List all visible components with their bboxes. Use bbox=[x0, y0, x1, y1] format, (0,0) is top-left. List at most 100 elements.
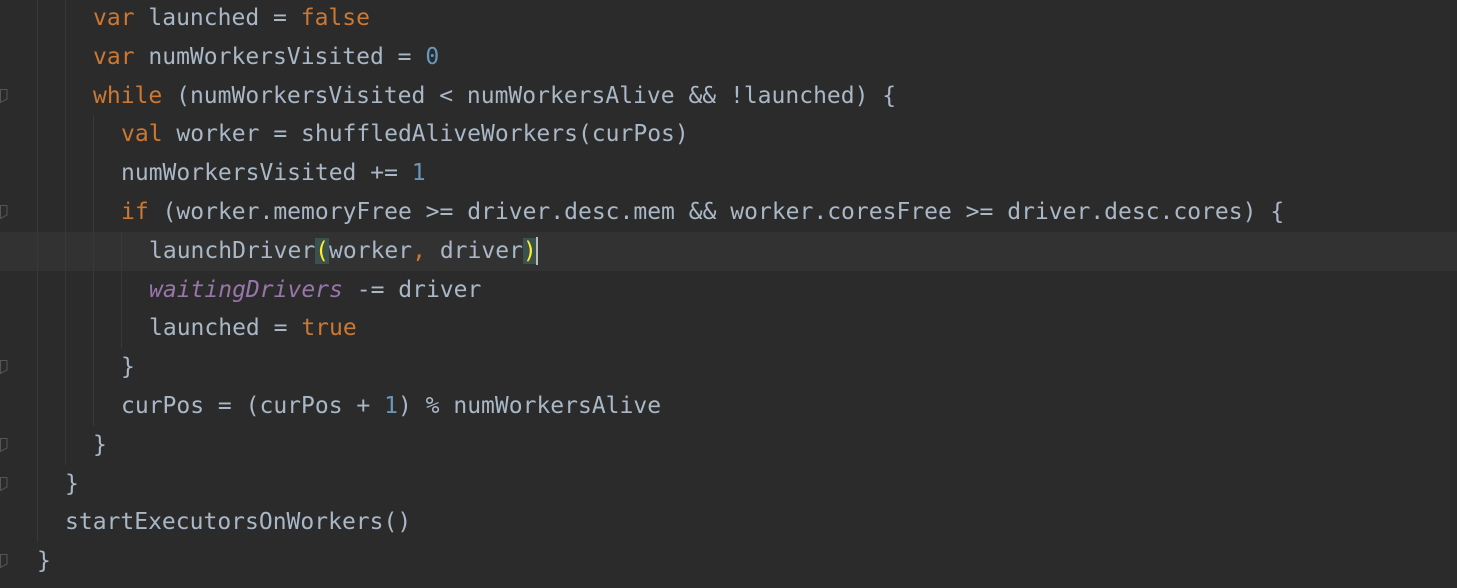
code-token: , bbox=[412, 237, 426, 264]
code-text: } bbox=[93, 426, 107, 465]
indent-guide bbox=[37, 193, 38, 232]
indent-guide bbox=[65, 193, 66, 232]
code-line[interactable]: } bbox=[0, 348, 1457, 388]
code-line[interactable]: waitingDrivers -= driver bbox=[0, 270, 1457, 310]
code-token: launched = bbox=[134, 5, 301, 31]
matched-brace: ) bbox=[522, 237, 537, 264]
code-token: launchDriver bbox=[149, 237, 316, 264]
code-token: driver bbox=[425, 237, 523, 264]
indent-guide bbox=[65, 309, 66, 349]
code-text: val worker = shuffledAliveWorkers(curPos… bbox=[121, 115, 689, 154]
indent-guide bbox=[93, 115, 94, 155]
code-token: 0 bbox=[425, 43, 440, 70]
indent-guide bbox=[37, 154, 38, 194]
code-text: launched = true bbox=[149, 309, 357, 348]
code-text: waitingDrivers -= driver bbox=[149, 271, 481, 310]
indent-guide bbox=[65, 154, 66, 194]
code-text: } bbox=[37, 542, 51, 581]
indent-guide bbox=[65, 0, 66, 38]
indent-guide bbox=[37, 115, 38, 155]
indent-guide bbox=[93, 387, 94, 426]
code-token: false bbox=[300, 5, 370, 31]
code-line[interactable]: curPos = (curPos + 1) % numWorkersAlive bbox=[0, 387, 1457, 426]
indent-guide bbox=[65, 76, 66, 116]
code-token: 1 bbox=[384, 393, 398, 419]
code-token: true bbox=[301, 315, 357, 342]
code-token: -= driver bbox=[342, 276, 482, 303]
code-line[interactable]: while (numWorkersVisited < numWorkersAli… bbox=[0, 76, 1457, 116]
indent-guide bbox=[37, 270, 38, 310]
code-line[interactable]: launchDriver(worker, driver) bbox=[0, 231, 1457, 271]
code-token: worker bbox=[329, 237, 413, 264]
indent-guide bbox=[65, 348, 66, 388]
indent-guide bbox=[65, 387, 66, 426]
code-text: numWorkersVisited += 1 bbox=[121, 154, 426, 193]
indent-guide bbox=[37, 503, 38, 543]
code-token: } bbox=[37, 548, 51, 575]
code-token: 1 bbox=[411, 160, 426, 187]
indent-guide bbox=[37, 348, 38, 388]
code-token: curPos = (curPos + bbox=[121, 393, 385, 419]
indent-guide bbox=[37, 425, 38, 465]
code-line[interactable]: val worker = shuffledAliveWorkers(curPos… bbox=[0, 115, 1457, 155]
code-token: worker = shuffledAliveWorkers(curPos) bbox=[162, 121, 689, 148]
code-token: waitingDrivers bbox=[149, 276, 343, 303]
code-token: while bbox=[93, 82, 163, 109]
code-text: } bbox=[65, 465, 79, 504]
code-line[interactable]: if (worker.memoryFree >= driver.desc.mem… bbox=[0, 193, 1457, 232]
indent-guide bbox=[121, 270, 122, 310]
indent-guide bbox=[37, 464, 38, 504]
code-text: while (numWorkersVisited < numWorkersAli… bbox=[93, 77, 896, 116]
code-line[interactable]: } bbox=[0, 542, 1457, 581]
code-line[interactable]: launched = true bbox=[0, 309, 1457, 349]
indent-guide bbox=[93, 270, 94, 310]
code-token: (numWorkersVisited < numWorkersAlive && … bbox=[162, 82, 897, 109]
code-token: } bbox=[121, 354, 135, 381]
code-token: (worker.memoryFree >= driver.desc.mem &&… bbox=[148, 199, 1285, 225]
code-line[interactable]: var launched = false bbox=[0, 0, 1457, 38]
indent-guide bbox=[93, 193, 94, 232]
text-caret bbox=[535, 237, 538, 266]
code-line[interactable]: } bbox=[0, 464, 1457, 504]
code-text: curPos = (curPos + 1) % numWorkersAlive bbox=[121, 387, 661, 426]
indent-guide bbox=[37, 76, 38, 116]
indent-guide bbox=[37, 387, 38, 426]
code-token: if bbox=[121, 199, 149, 225]
code-text: var launched = false bbox=[93, 0, 370, 38]
code-token: } bbox=[65, 470, 79, 497]
indent-guide bbox=[65, 115, 66, 155]
code-editor[interactable]: var launched = false var numWorkersVisite… bbox=[0, 0, 1457, 588]
code-token: numWorkersVisited = bbox=[134, 43, 426, 70]
indent-guide bbox=[65, 270, 66, 310]
indent-guide bbox=[37, 0, 38, 38]
indent-guide bbox=[93, 309, 94, 349]
code-line[interactable]: } bbox=[0, 425, 1457, 465]
indent-guide bbox=[37, 231, 38, 271]
indent-guide bbox=[65, 37, 66, 77]
code-text: if (worker.memoryFree >= driver.desc.mem… bbox=[121, 193, 1284, 232]
code-text: var numWorkersVisited = 0 bbox=[93, 38, 439, 77]
code-token: val bbox=[121, 121, 163, 148]
code-line[interactable]: var numWorkersVisited = 0 bbox=[0, 37, 1457, 77]
code-token: ) % numWorkersAlive bbox=[397, 393, 662, 419]
code-text: startExecutorsOnWorkers() bbox=[65, 503, 411, 542]
indent-guide bbox=[121, 309, 122, 349]
code-token: numWorkersVisited += bbox=[121, 160, 412, 187]
indent-guide bbox=[37, 309, 38, 349]
indent-guide bbox=[93, 231, 94, 271]
code-token: launched = bbox=[149, 315, 302, 342]
code-text: launchDriver(worker, driver) bbox=[149, 232, 538, 271]
code-token: var bbox=[93, 5, 135, 31]
indent-guide bbox=[93, 154, 94, 194]
indent-guide bbox=[65, 425, 66, 465]
code-token: var bbox=[93, 43, 135, 70]
matched-brace: ( bbox=[315, 237, 330, 264]
code-token: } bbox=[93, 431, 107, 458]
code-token: startExecutorsOnWorkers() bbox=[65, 509, 412, 536]
indent-guide bbox=[93, 348, 94, 388]
code-line[interactable]: startExecutorsOnWorkers() bbox=[0, 503, 1457, 543]
indent-guide bbox=[37, 37, 38, 77]
code-text: } bbox=[121, 348, 135, 387]
indent-guide bbox=[121, 231, 122, 271]
code-line[interactable]: numWorkersVisited += 1 bbox=[0, 154, 1457, 194]
